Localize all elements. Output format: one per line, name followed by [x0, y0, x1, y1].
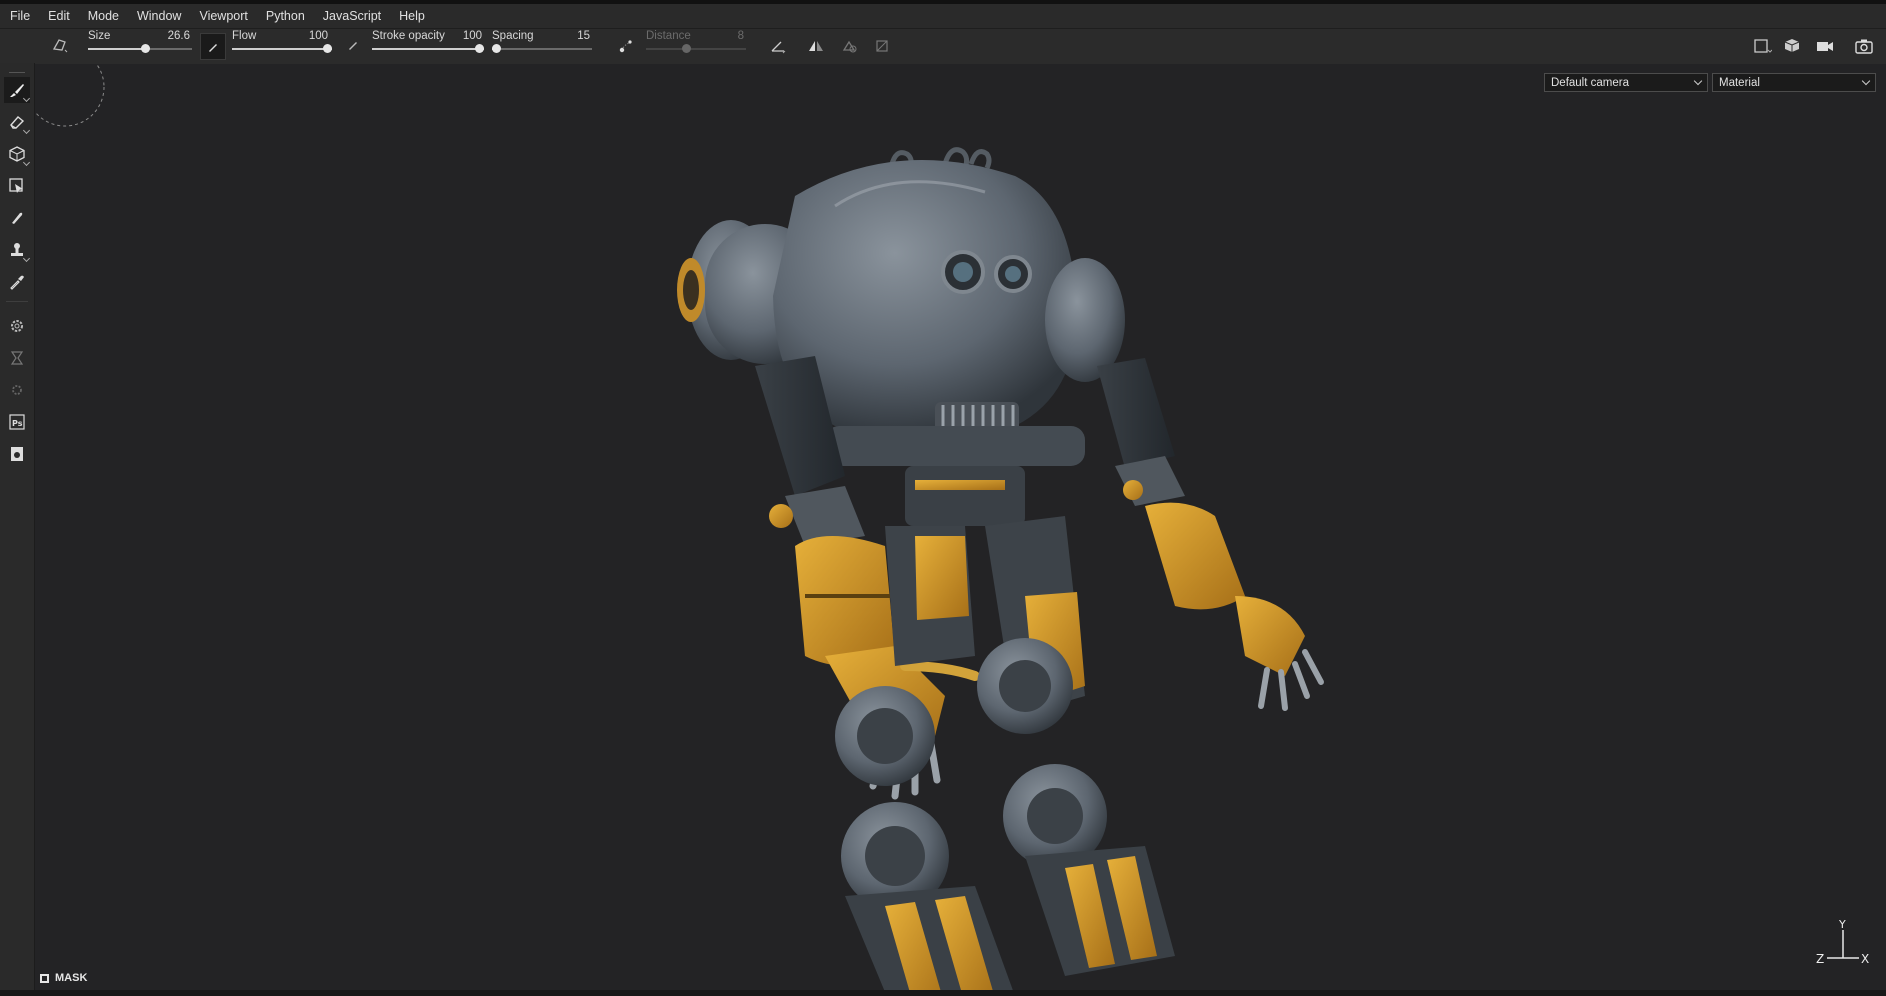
screenshot-camera-icon[interactable] [1852, 34, 1876, 58]
stroke-opacity-slider[interactable] [372, 43, 484, 55]
smudge-icon[interactable] [4, 205, 30, 231]
menu-viewport[interactable]: Viewport [190, 9, 256, 23]
stroke-opacity-value[interactable]: 100 [444, 30, 482, 42]
photoshop-icon[interactable]: Ps [4, 409, 30, 435]
brush-alpha-icon[interactable] [200, 33, 226, 60]
transform-icon[interactable] [870, 34, 894, 58]
flow-label: Flow [232, 30, 257, 42]
physics-icon[interactable] [4, 377, 30, 403]
brush-cursor [35, 64, 105, 127]
size-value[interactable]: 26.6 [150, 30, 190, 42]
material-select[interactable]: Material [1712, 73, 1876, 92]
flow-slider[interactable] [232, 43, 332, 55]
screenshot-icon[interactable] [4, 441, 30, 467]
distance-value: 8 [737, 30, 744, 42]
axis-y-label: Y [1838, 918, 1846, 931]
menu-mode[interactable]: Mode [79, 9, 128, 23]
axis-x-label: X [1861, 952, 1869, 966]
clone-icon[interactable] [4, 237, 31, 263]
mask-checkbox[interactable] [40, 973, 49, 983]
polygon-fill-icon[interactable] [4, 173, 30, 199]
menu-help[interactable]: Help [390, 9, 434, 23]
camera-settings-icon[interactable] [1814, 34, 1838, 58]
flow-value[interactable]: 100 [290, 30, 328, 42]
menu-javascript[interactable]: JavaScript [314, 9, 390, 23]
distance-slider [646, 43, 746, 55]
camera-select-value: Default camera [1551, 77, 1629, 89]
spacing-label: Spacing [492, 30, 534, 42]
left-toolbar: Ps [0, 63, 35, 996]
size-slider[interactable] [88, 43, 192, 55]
size-label: Size [88, 30, 111, 42]
camera-select[interactable]: Default camera [1544, 73, 1708, 92]
menu-window[interactable]: Window [128, 9, 190, 23]
3d-viewport[interactable]: Default camera Material Y X Z [35, 64, 1886, 990]
stroke-brush-icon[interactable] [341, 33, 365, 57]
eraser-icon[interactable] [4, 109, 31, 135]
menu-python[interactable]: Python [257, 9, 314, 23]
3d-view-icon[interactable] [1782, 34, 1806, 58]
axis-z-label: Z [1816, 952, 1824, 966]
bake-icon[interactable] [4, 345, 30, 371]
mask-label: MASK [55, 972, 88, 984]
svg-text:Ps: Ps [12, 419, 23, 428]
chevron-down-icon [1861, 76, 1871, 86]
tool-properties-bar: Size 26.6 Flow 100 Stroke opacity 100 Sp… [0, 28, 1886, 65]
display-settings-icon[interactable] [1750, 34, 1774, 58]
lazy-mouse-icon[interactable] [614, 34, 638, 58]
menu-file[interactable]: File [0, 9, 39, 23]
stroke-opacity-label: Stroke opacity [372, 30, 445, 42]
paint-brush-icon[interactable] [4, 77, 31, 103]
brush-preset-icon[interactable] [48, 33, 72, 57]
robot-3d-model[interactable] [645, 96, 1405, 990]
projection-icon[interactable] [4, 141, 31, 167]
settings-icon[interactable] [4, 313, 30, 339]
toolbar-grip [9, 72, 25, 73]
symmetry-icon[interactable] [804, 34, 828, 58]
symmetry-settings-icon[interactable] [838, 34, 862, 58]
mask-toggle[interactable]: MASK [40, 972, 87, 984]
alignment-icon[interactable] [766, 34, 790, 58]
spacing-slider[interactable] [492, 43, 592, 55]
menu-edit[interactable]: Edit [39, 9, 79, 23]
distance-label: Distance [646, 30, 691, 42]
chevron-down-icon [1693, 76, 1703, 86]
material-select-value: Material [1719, 77, 1760, 89]
toolbar-separator [6, 301, 28, 302]
menu-bar: File Edit Mode Window Viewport Python Ja… [0, 4, 1886, 28]
spacing-value[interactable]: 15 [550, 30, 590, 42]
window-bottom-edge [0, 990, 1886, 996]
color-picker-icon[interactable] [4, 269, 30, 295]
axis-gizmo: Y X Z [1816, 918, 1869, 966]
